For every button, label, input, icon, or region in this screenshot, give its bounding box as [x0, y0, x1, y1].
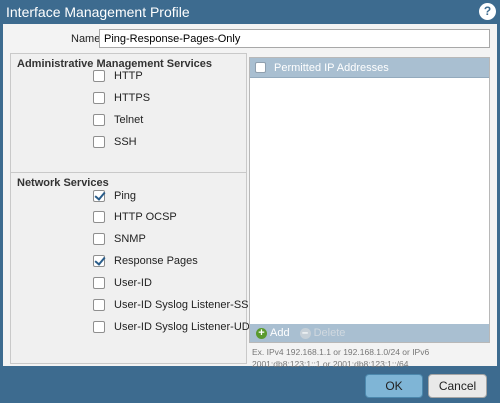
https-label: HTTPS	[114, 92, 151, 104]
telnet-label: Telnet	[114, 114, 144, 126]
delete-label: Delete	[313, 327, 346, 339]
user-id-label: User-ID	[114, 277, 152, 289]
http-label: HTTP	[114, 70, 143, 82]
delete-icon: –	[299, 327, 311, 339]
response-pages-checkbox[interactable]	[93, 255, 105, 267]
network-services-title: Network Services	[17, 177, 109, 189]
name-label: Name	[71, 33, 101, 45]
cancel-button[interactable]: Cancel	[428, 374, 487, 398]
syslog-ssl-label: User-ID Syslog Listener-SSL	[114, 299, 255, 311]
ip-format-hint: Ex. IPv4 192.168.1.1 or 192.168.1.0/24 o…	[252, 347, 430, 369]
response-pages-label: Response Pages	[114, 255, 198, 267]
http-ocsp-option[interactable]: HTTP OCSP	[93, 210, 177, 224]
ssh-checkbox[interactable]	[93, 136, 105, 148]
snmp-checkbox[interactable]	[93, 233, 105, 245]
permitted-ip-toolbar: + Add – Delete	[250, 324, 489, 342]
select-all-checkbox[interactable]	[255, 62, 266, 73]
syslog-ssl-option[interactable]: User-ID Syslog Listener-SSL	[93, 298, 255, 312]
ssh-option[interactable]: SSH	[93, 135, 137, 149]
http-option[interactable]: HTTP	[93, 69, 143, 83]
syslog-udp-checkbox[interactable]	[93, 321, 105, 333]
telnet-option[interactable]: Telnet	[93, 113, 143, 127]
permitted-ip-header-label: Permitted IP Addresses	[274, 61, 389, 74]
name-input[interactable]	[99, 29, 490, 48]
dialog-body: Name Administrative Management Services …	[3, 24, 497, 369]
https-option[interactable]: HTTPS	[93, 91, 150, 105]
interface-management-profile-dialog: Interface Management Profile ? Name Admi…	[0, 0, 500, 403]
http-checkbox[interactable]	[93, 70, 105, 82]
add-button[interactable]: + Add	[256, 327, 290, 339]
permitted-ip-list[interactable]	[250, 78, 489, 324]
user-id-checkbox[interactable]	[93, 277, 105, 289]
http-ocsp-checkbox[interactable]	[93, 211, 105, 223]
permitted-ip-panel: Permitted IP Addresses + Add – Delete	[249, 57, 490, 343]
snmp-label: SNMP	[114, 233, 146, 245]
http-ocsp-label: HTTP OCSP	[114, 211, 177, 223]
response-pages-option[interactable]: Response Pages	[93, 254, 198, 268]
syslog-udp-label: User-ID Syslog Listener-UDP	[114, 321, 258, 333]
network-services-group: Network Services Ping HTTP OCSP SNMP Res…	[10, 172, 257, 364]
user-id-option[interactable]: User-ID	[93, 276, 152, 290]
dialog-titlebar[interactable]: Interface Management Profile ?	[0, 0, 500, 24]
ping-option[interactable]: Ping	[93, 189, 136, 203]
ok-button[interactable]: OK	[365, 374, 423, 398]
add-label: Add	[270, 327, 290, 339]
add-icon: +	[256, 327, 267, 339]
ping-label: Ping	[114, 190, 137, 202]
dialog-title: Interface Management Profile	[6, 4, 190, 20]
telnet-checkbox[interactable]	[93, 114, 105, 126]
ping-checkbox[interactable]	[93, 190, 105, 202]
ssh-label: SSH	[114, 136, 137, 148]
https-checkbox[interactable]	[93, 92, 105, 104]
delete-button[interactable]: – Delete	[299, 327, 346, 339]
syslog-ssl-checkbox[interactable]	[93, 299, 105, 311]
permitted-ip-header: Permitted IP Addresses	[250, 58, 489, 78]
help-icon[interactable]: ?	[479, 3, 496, 20]
admin-services-group: Administrative Management Services HTTP …	[10, 53, 247, 186]
syslog-udp-option[interactable]: User-ID Syslog Listener-UDP	[93, 320, 257, 334]
snmp-option[interactable]: SNMP	[93, 232, 146, 246]
